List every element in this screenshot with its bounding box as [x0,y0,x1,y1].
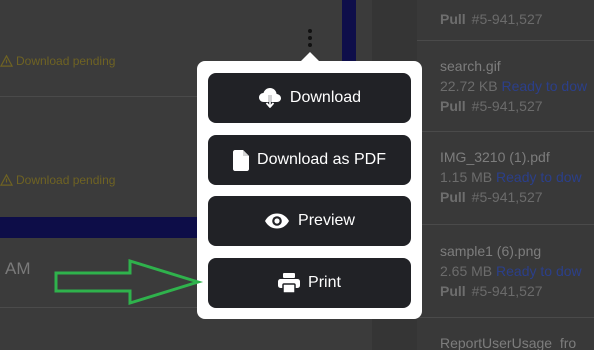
file-pull: Pull #5-941,527 [440,283,594,299]
file-pull: Pull #5-941,527 [440,189,594,205]
file-name[interactable]: ReportUserUsage_fro [440,335,594,350]
file-meta: 2.65 MB Ready to dow [440,263,594,279]
download-pending-status: Download pending [0,173,115,187]
file-size: 2.65 MB [440,263,493,279]
file-item[interactable]: IMG_3210 (1).pdf 1.15 MB Ready to dow Pu… [440,149,594,205]
file-pull: Pull #5-941,527 [440,98,594,114]
file-meta: 22.72 KB Ready to dow [440,78,594,94]
pending-label: Download pending [16,54,116,68]
file-size: 22.72 KB [440,78,498,94]
pull-label: Pull [440,11,466,27]
file-item[interactable]: ReportUserUsage_fro [440,335,594,350]
download-as-pdf-button[interactable]: Download as PDF [208,135,411,185]
download-button[interactable]: Download [208,73,411,123]
file-divider [417,224,594,225]
file-icon [233,149,250,171]
file-actions-menu: Download Download as PDF Preview Print [197,61,422,319]
file-item[interactable]: search.gif 22.72 KB Ready to dow Pull #5-… [440,58,594,114]
file-name[interactable]: search.gif [440,58,594,74]
file-divider [417,317,594,318]
pull-id: #5-941,527 [471,98,543,114]
menu-item-label: Print [308,274,341,291]
pull-label: Pull [440,189,466,205]
file-size: 1.15 MB [440,169,493,185]
print-button[interactable]: Print [208,258,411,308]
file-status: Ready to dow [496,169,582,185]
more-options-icon[interactable] [307,29,313,47]
file-name[interactable]: IMG_3210 (1).pdf [440,149,594,165]
menu-item-label: Download [289,89,362,106]
file-divider [417,131,594,132]
pull-id: #5-941,527 [471,189,543,205]
file-meta: 1.15 MB Ready to dow [440,169,594,185]
pull-id: #5-941,527 [471,283,543,299]
pull-label: Pull [440,98,466,114]
preview-button[interactable]: Preview [208,196,411,246]
eye-icon [265,213,290,229]
timestamp-fragment: AM [5,259,31,278]
file-pull: Pull #5-941,527 [440,11,594,27]
pending-label: Download pending [16,173,116,187]
menu-item-label: Preview [298,212,355,229]
file-status: Ready to dow [501,78,588,94]
file-item[interactable]: sample1 (6).png 2.65 MB Ready to dow Pul… [440,243,594,299]
file-status: Ready to dow [496,263,582,279]
pull-id: #5-941,527 [471,11,543,27]
warning-icon [0,173,13,186]
menu-item-label: Download as PDF [257,151,386,168]
file-name[interactable]: sample1 (6).png [440,243,594,259]
printer-icon [278,273,301,293]
download-pending-status: Download pending [0,54,115,68]
warning-icon [0,54,13,67]
file-divider [417,40,594,41]
file-item[interactable]: Pull #5-941,527 [440,7,594,27]
annotation-arrow-icon [54,258,204,306]
cloud-download-icon [258,88,281,108]
pull-label: Pull [440,283,466,299]
